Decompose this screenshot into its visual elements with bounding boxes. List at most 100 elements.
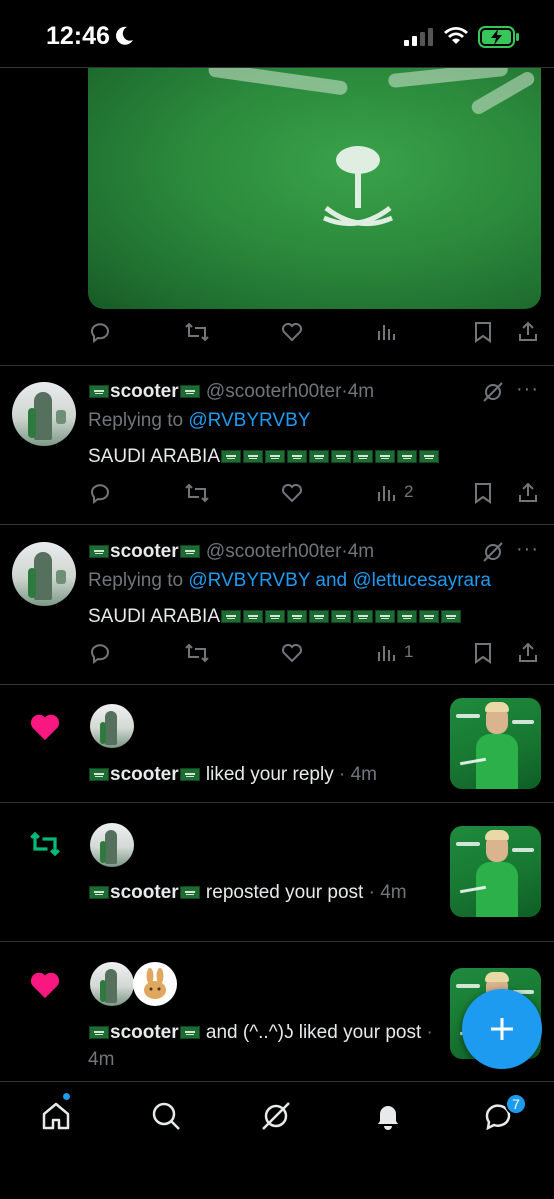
home-unread-dot [62,1092,71,1101]
mention-link[interactable]: @lettucesayrara [352,570,491,591]
saudi-flag-icon [353,610,373,624]
notification-text[interactable]: scooter and (^..^)ʖ liked your post · 4m [88,1019,438,1073]
avatar[interactable] [90,704,134,748]
share-button[interactable] [516,641,540,665]
saudi-flag-icon [309,450,329,464]
reply-button[interactable] [88,320,112,344]
timestamp: 4m [350,764,377,785]
bookmark-button[interactable] [472,641,494,665]
display-name[interactable]: scooter [110,764,179,785]
bookmark-icon [475,322,491,343]
views-button[interactable] [376,320,398,342]
saudi-flag-icon [287,610,307,624]
bookmark-button[interactable] [472,320,494,344]
flag-emoji-row [220,446,440,467]
display-name-2[interactable]: (^..^)ʖ [243,1022,294,1043]
palm-swords-emblem-icon [322,146,394,227]
views-count: 2 [404,482,414,501]
grok-icon[interactable] [482,381,504,403]
replying-to: Replying to @RVBYRVBY and @lettucesayrar… [88,570,491,591]
display-name[interactable]: scooter [110,381,179,402]
saudi-flag-icon [441,610,461,624]
tweet-action-bar: 1 [88,641,540,669]
like-button[interactable] [280,320,304,344]
cellular-signal-icon [404,28,433,46]
more-options-icon[interactable]: ··· [516,378,539,401]
views-icon [378,325,395,340]
bell-icon[interactable] [372,1100,404,1132]
display-name[interactable]: scooter [110,1022,179,1043]
saudi-flag-icon [397,610,417,624]
divider [0,684,554,685]
repost-icon [185,643,209,663]
tweet-action-bar [88,320,540,348]
notification-text[interactable]: scooter liked your reply · 4m [88,761,438,788]
handle[interactable]: @scooterh00ter [206,541,341,562]
tweet-media-image[interactable] [88,68,541,309]
avatar-bunny[interactable] [133,962,177,1006]
saudi-flag-icon [309,610,329,624]
mention-link[interactable]: @RVBYRVBY [188,570,310,591]
repost-button[interactable] [184,320,210,344]
repost-filled-icon [30,831,60,857]
reply-icon [91,484,109,504]
saudi-flag-icon [265,610,285,624]
saudi-flag-icon [243,610,263,624]
like-button[interactable] [280,641,304,665]
avatar[interactable] [90,823,134,867]
divider [0,365,554,366]
like-button[interactable] [280,481,304,505]
views-button[interactable]: 1 [376,641,413,663]
avatar[interactable] [12,542,76,606]
share-icon [519,642,537,662]
home-icon[interactable] [40,1100,72,1132]
grok-icon[interactable] [482,541,504,563]
post-thumbnail[interactable] [450,826,541,917]
heart-filled-icon [30,714,60,741]
more-options-icon[interactable]: ··· [516,538,539,561]
saudi-flag-icon [419,450,439,464]
handle[interactable]: @scooterh00ter [206,381,341,402]
avatar[interactable] [12,382,76,446]
saudi-flag-icon [221,610,241,624]
views-button[interactable]: 2 [376,481,413,503]
display-name[interactable]: scooter [110,541,179,562]
search-icon[interactable] [150,1100,182,1132]
divider [0,524,554,525]
saudi-flag-icon [419,610,439,624]
bookmark-icon [475,483,491,504]
notification-text[interactable]: scooter reposted your post · 4m [88,879,438,906]
reply-button[interactable] [88,641,112,665]
share-icon [519,482,537,502]
flag-emoji-row [220,606,462,627]
bookmark-icon [475,643,491,664]
reply-icon [91,644,109,664]
grok-tab-icon[interactable] [260,1100,292,1132]
reply-button[interactable] [88,481,112,505]
share-button[interactable] [516,320,540,344]
tweet-header: scooter @scooterh00ter·4m [88,381,374,403]
share-icon [519,321,537,341]
moon-icon [116,26,133,45]
repost-icon [185,483,209,503]
tweet-text: SAUDI ARABIA [88,606,462,628]
compose-button[interactable] [462,989,542,1069]
tweet-text: SAUDI ARABIA [88,446,440,468]
saudi-flag-icon [221,450,241,464]
display-name[interactable]: scooter [110,882,179,903]
mention-link[interactable]: @RVBYRVBY [188,410,310,431]
saudi-flag-icon [287,450,307,464]
reply-icon [91,323,109,343]
battery-charging-icon [478,26,519,48]
bookmark-button[interactable] [472,481,494,505]
repost-icon [185,322,209,342]
bottom-tab-bar [0,1081,554,1199]
wifi-icon [444,27,468,44]
saudi-flag-icon [353,450,373,464]
avatar[interactable] [90,962,134,1006]
repost-button[interactable] [184,641,210,665]
repost-button[interactable] [184,481,210,505]
heart-outline-icon [282,644,302,663]
post-thumbnail[interactable] [450,698,541,789]
share-button[interactable] [516,481,540,505]
